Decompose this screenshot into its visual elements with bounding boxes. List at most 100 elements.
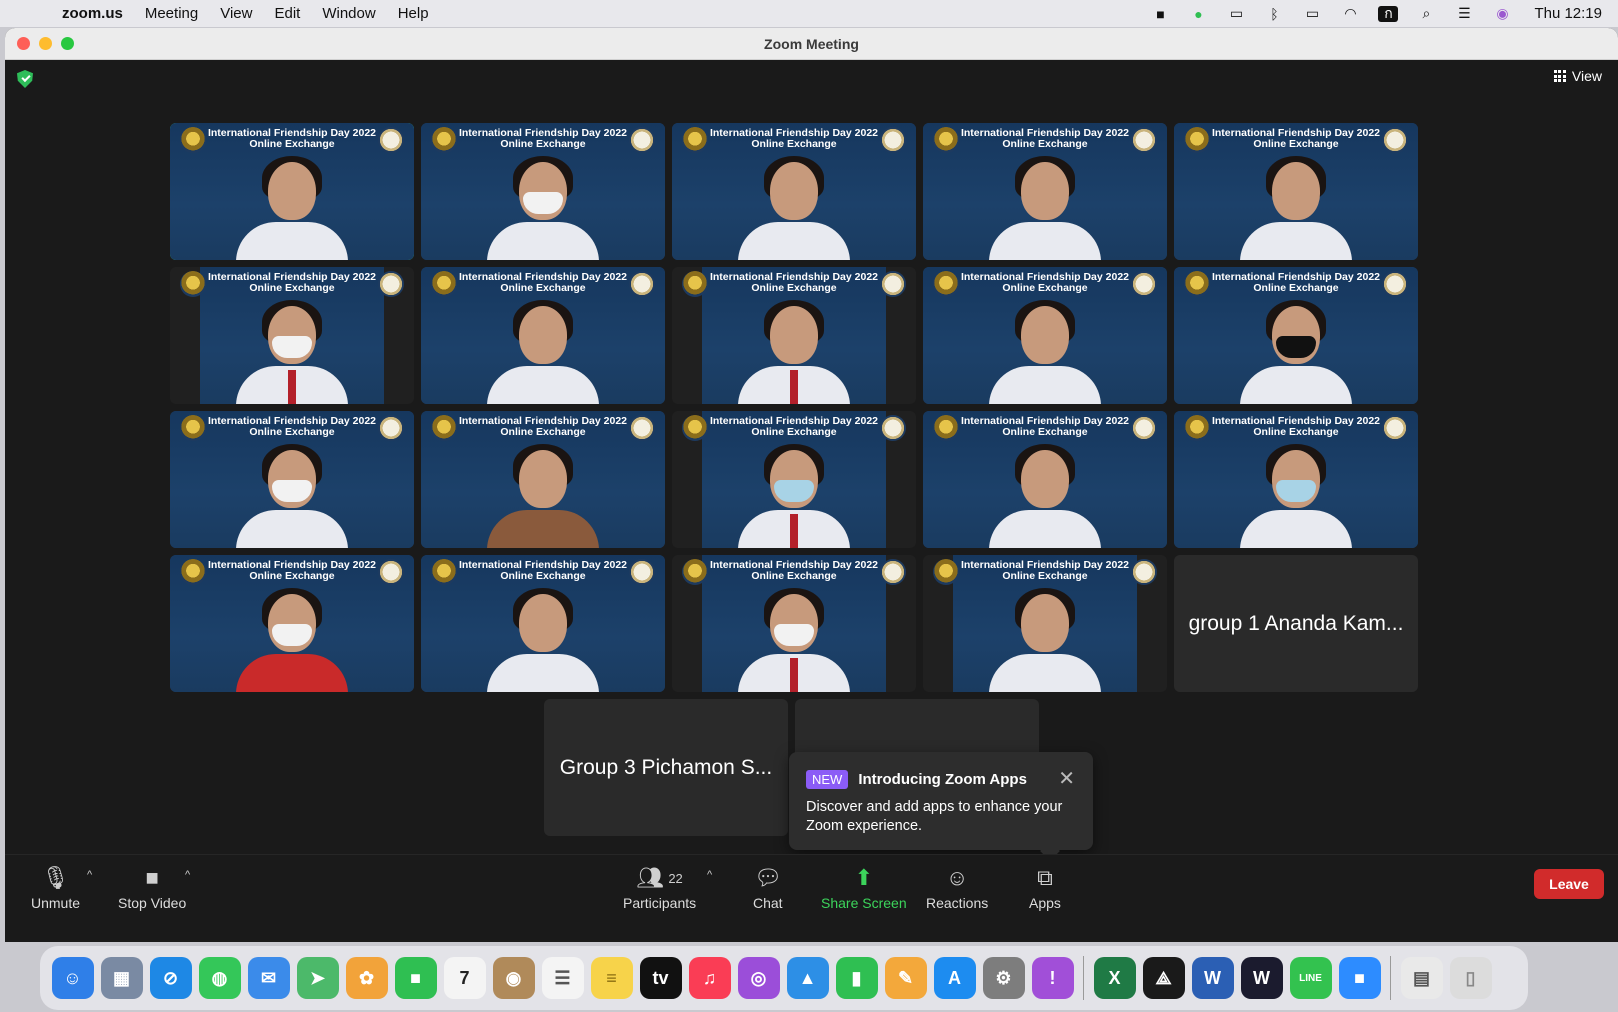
battery-icon[interactable]: ▭ <box>1302 5 1322 22</box>
mail-icon[interactable]: ✉ <box>247 957 290 999</box>
participant-tile[interactable]: International Friendship Day 2022 Online … <box>1174 411 1418 548</box>
zoom-window: Zoom Meeting View International Friendsh… <box>5 28 1618 942</box>
line-status-icon[interactable]: ● <box>1188 6 1208 22</box>
system-preferences-icon[interactable]: ⚙ <box>982 957 1025 999</box>
participant-tile[interactable]: International Friendship Day 2022 Online … <box>170 267 414 404</box>
participant-video <box>483 292 603 404</box>
participants-button[interactable]: 👥︎ 22 Participants <box>623 861 696 911</box>
downloads-icon[interactable]: ▤ <box>1400 957 1443 999</box>
facetime-icon[interactable]: ■ <box>394 957 437 999</box>
participant-tile[interactable]: International Friendship Day 2022 Online … <box>170 411 414 548</box>
contacts-icon[interactable]: ◉ <box>492 957 535 999</box>
notes-icon[interactable]: ≡ <box>590 957 633 999</box>
wifi-icon[interactable]: ◠ <box>1340 5 1360 22</box>
encryption-shield-icon[interactable] <box>17 70 33 88</box>
webex-icon[interactable]: W <box>1240 957 1283 999</box>
stop-video-label: Stop Video <box>118 895 187 911</box>
menu-help[interactable]: Help <box>398 5 429 22</box>
video-options-caret-icon[interactable]: ^ <box>185 869 190 881</box>
participant-tile[interactable]: International Friendship Day 2022 Online … <box>421 555 665 692</box>
screens-icon[interactable]: ▭ <box>1226 5 1246 22</box>
photos-icon[interactable]: ✿ <box>345 957 388 999</box>
leave-button[interactable]: Leave <box>1534 869 1604 899</box>
maps-icon[interactable]: ➤ <box>296 957 339 999</box>
feedback-assistant-icon[interactable]: ! <box>1031 957 1074 999</box>
zoom-icon[interactable]: ■ <box>1338 957 1381 999</box>
menu-window[interactable]: Window <box>322 5 375 22</box>
music-icon[interactable]: ♫ <box>688 957 731 999</box>
participants-count: 22 <box>668 870 683 886</box>
siri-icon[interactable]: ◉ <box>1492 5 1512 22</box>
reactions-button[interactable]: ☺ Reactions <box>926 861 988 911</box>
acrobat-icon[interactable]: ⟁ <box>1142 957 1185 999</box>
numbers-icon[interactable]: ▮ <box>835 957 878 999</box>
share-screen-button[interactable]: ⬆ Share Screen <box>821 861 907 911</box>
menu-meeting[interactable]: Meeting <box>145 5 198 22</box>
messages-icon[interactable]: ◍ <box>198 957 241 999</box>
bluetooth-icon[interactable]: ᛒ <box>1264 6 1284 22</box>
participant-tile[interactable]: International Friendship Day 2022 Online … <box>672 123 916 260</box>
window-controls <box>17 37 74 50</box>
chat-button[interactable]: 💬︎ Chat <box>753 861 783 911</box>
apple-tv-icon[interactable]: tv <box>639 957 682 999</box>
participant-tile[interactable]: International Friendship Day 2022 Online … <box>672 411 916 548</box>
participant-tile[interactable]: International Friendship Day 2022 Online … <box>421 123 665 260</box>
menu-clock[interactable]: Thu 12:19 <box>1534 5 1602 22</box>
menu-app-name[interactable]: zoom.us <box>62 5 123 22</box>
minimize-window-button[interactable] <box>39 37 52 50</box>
audio-options-caret-icon[interactable]: ^ <box>87 869 92 881</box>
input-source-icon[interactable]: ก <box>1378 5 1399 22</box>
apps-label: Apps <box>1029 895 1061 911</box>
participant-tile[interactable]: International Friendship Day 2022 Online … <box>923 555 1167 692</box>
participants-options-caret-icon[interactable]: ^ <box>707 869 712 881</box>
launchpad-icon[interactable]: ▦ <box>100 957 143 999</box>
reminders-icon[interactable]: ☰ <box>541 957 584 999</box>
word-icon[interactable]: W <box>1191 957 1234 999</box>
participant-video <box>985 148 1105 260</box>
share-screen-label: Share Screen <box>821 895 907 911</box>
view-button[interactable]: View <box>1553 68 1602 84</box>
participant-tile-group3[interactable]: Group 3 Pichamon S... <box>544 699 788 836</box>
app-store-icon[interactable]: A <box>933 957 976 999</box>
participant-video <box>1236 436 1356 548</box>
podcasts-icon[interactable]: ◎ <box>737 957 780 999</box>
close-window-button[interactable] <box>17 37 30 50</box>
participant-tile[interactable]: International Friendship Day 2022 Online … <box>1174 123 1418 260</box>
line-icon[interactable]: LINE <box>1289 957 1332 999</box>
participant-tile[interactable]: International Friendship Day 2022 Online … <box>170 123 414 260</box>
zoom-status-icon[interactable]: ■ <box>1150 6 1170 22</box>
finder-icon[interactable]: ☺ <box>51 957 94 999</box>
participant-tile[interactable]: International Friendship Day 2022 Online … <box>923 411 1167 548</box>
participant-tile[interactable]: International Friendship Day 2022 Online … <box>170 555 414 692</box>
stop-video-button[interactable]: ■ Stop Video <box>118 861 186 911</box>
menu-edit[interactable]: Edit <box>274 5 300 22</box>
participant-tile[interactable]: International Friendship Day 2022 Online … <box>672 267 916 404</box>
participant-video <box>483 436 603 548</box>
fullscreen-window-button[interactable] <box>61 37 74 50</box>
calendar-icon[interactable]: 7 <box>443 957 486 999</box>
participant-tile[interactable]: International Friendship Day 2022 Online … <box>672 555 916 692</box>
trash-icon[interactable]: ▯ <box>1449 957 1492 999</box>
title-bar: Zoom Meeting <box>5 28 1618 60</box>
excel-icon[interactable]: X <box>1093 957 1136 999</box>
spotlight-icon[interactable]: ⌕ <box>1416 5 1436 22</box>
participant-tile-group1[interactable]: group 1 Ananda Kam... <box>1174 555 1418 692</box>
participant-tile[interactable]: International Friendship Day 2022 Online … <box>421 267 665 404</box>
participant-tile[interactable]: International Friendship Day 2022 Online … <box>923 123 1167 260</box>
safari-icon[interactable]: ⊘ <box>149 957 192 999</box>
dock-separator <box>1083 956 1084 1000</box>
menu-view[interactable]: View <box>220 5 252 22</box>
pages-icon[interactable]: ✎ <box>884 957 927 999</box>
event-banner: International Friendship Day 2022 Online … <box>960 271 1130 294</box>
participant-tile[interactable]: International Friendship Day 2022 Online … <box>923 267 1167 404</box>
participant-tile[interactable]: International Friendship Day 2022 Online … <box>1174 267 1418 404</box>
unmute-button[interactable]: 🎙︎ Unmute <box>31 861 80 911</box>
meeting-toolbar: 🎙︎ Unmute ^ ■ Stop Video ^ 👥︎ 22 Particip… <box>5 854 1618 942</box>
close-popup-icon[interactable]: ✕ <box>1058 766 1075 791</box>
apps-button[interactable]: ⧉ Apps <box>1029 861 1061 911</box>
control-center-icon[interactable]: ☰ <box>1454 5 1474 22</box>
participant-video <box>1236 292 1356 404</box>
keynote-icon[interactable]: ▲ <box>786 957 829 999</box>
participant-tile[interactable]: International Friendship Day 2022 Online … <box>421 411 665 548</box>
event-banner: International Friendship Day 2022 Online … <box>1211 415 1381 438</box>
